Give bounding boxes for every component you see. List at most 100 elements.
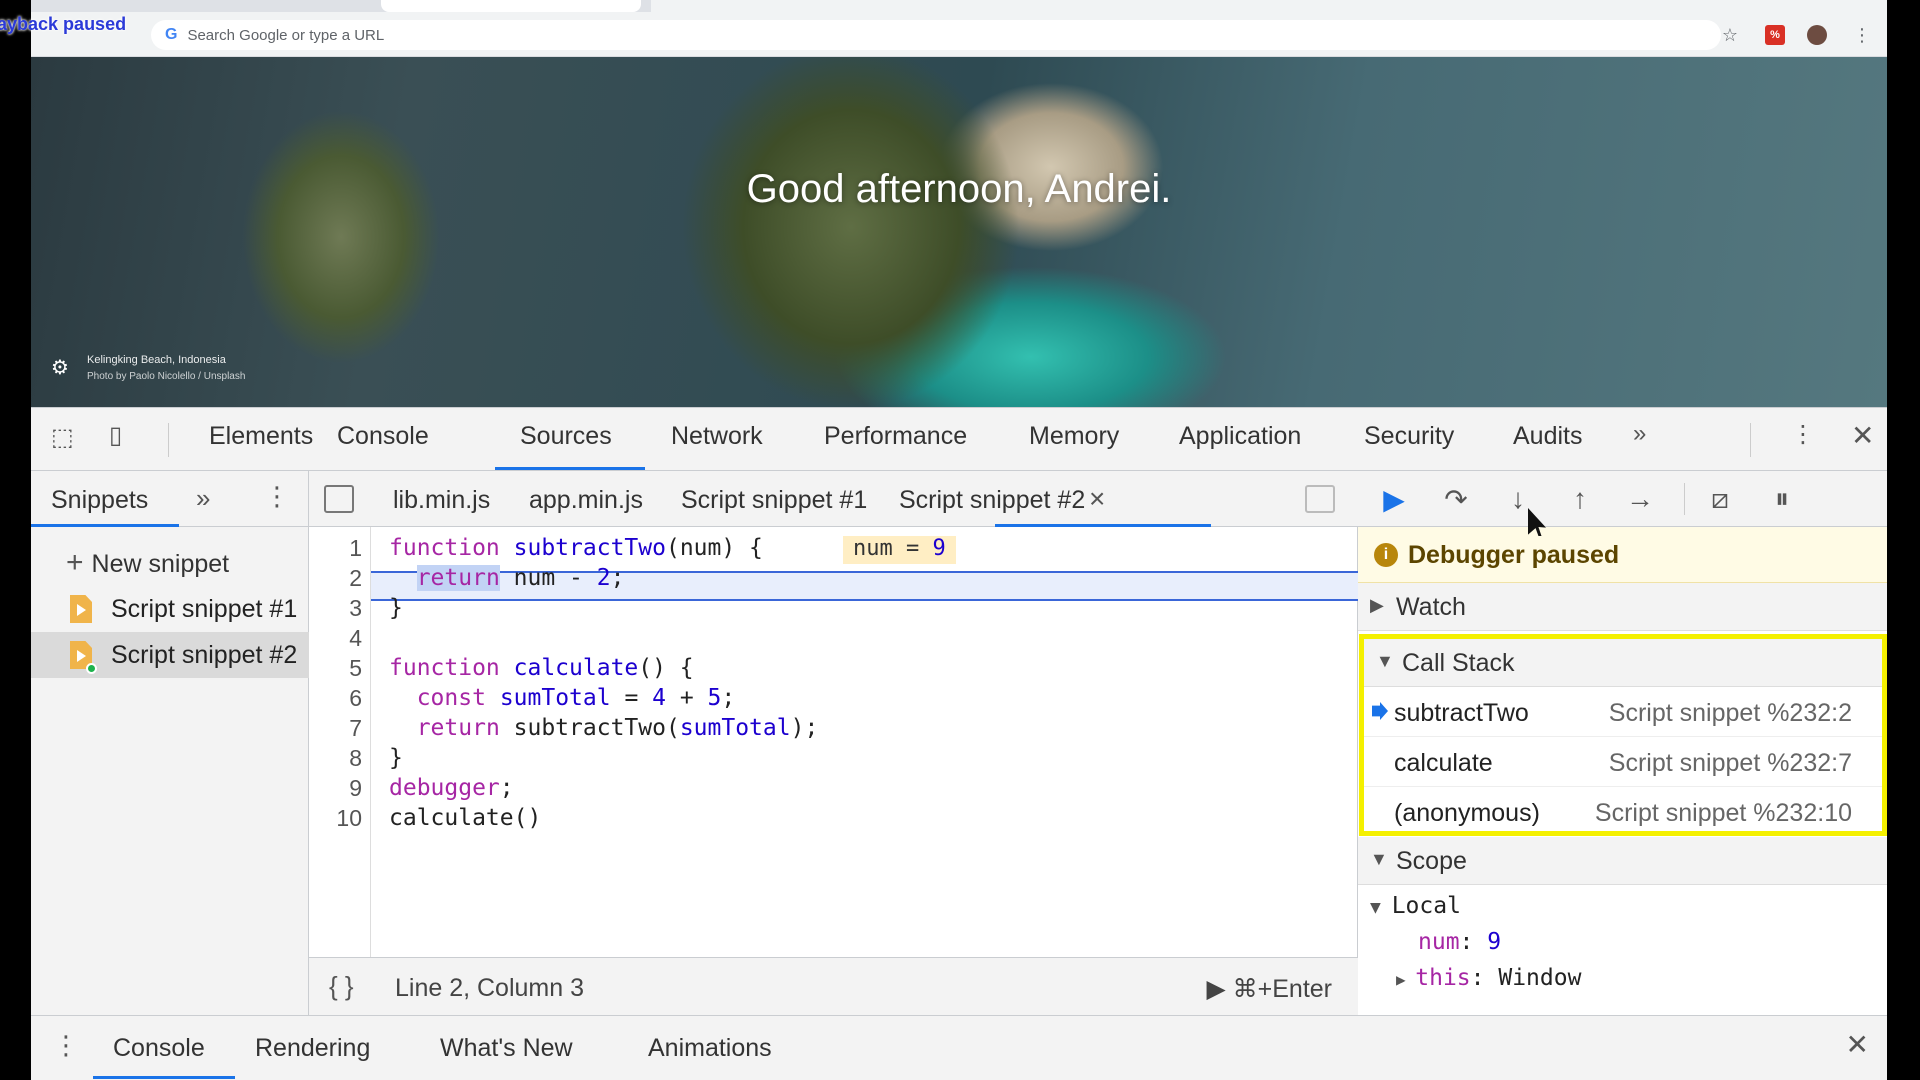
editor-tab-snippet-1[interactable]: Script snippet #1 <box>681 486 867 515</box>
code-area[interactable]: 1 2 3 4 5 6 7 8 9 10 function subtractTw… <box>309 527 1358 957</box>
scope-var-this[interactable]: ▶ this: Window <box>1396 965 1581 991</box>
call-frame-location[interactable]: Script snippet %232:7 <box>1609 749 1852 778</box>
line-number[interactable]: 8 <box>349 745 362 772</box>
drawer-tab-console[interactable]: Console <box>113 1034 205 1063</box>
line-number[interactable]: 4 <box>349 625 362 652</box>
tab-sources[interactable]: Sources <box>520 422 612 451</box>
new-snippet-label: New snippet <box>91 550 230 578</box>
browser-menu-icon[interactable]: ⋮ <box>1851 24 1873 46</box>
running-dot-icon <box>86 663 97 674</box>
devtools-menu-icon[interactable]: ⋮ <box>1791 420 1815 449</box>
call-stack-highlight: ▼ Call Stack subtractTwo Script snippet … <box>1359 634 1887 836</box>
run-snippet-button[interactable]: ▶ ⌘+Enter <box>1206 974 1332 1004</box>
inspect-element-icon[interactable]: ⬚ <box>51 423 74 452</box>
star-icon[interactable]: ☆ <box>1719 24 1741 46</box>
pause-on-exceptions-icon[interactable]: ⏸ <box>1764 481 1800 517</box>
toggle-navigator-icon[interactable] <box>324 485 354 513</box>
omnibox-placeholder: Search Google or type a URL <box>187 26 385 44</box>
line-number[interactable]: 9 <box>349 775 362 802</box>
call-frame[interactable]: subtractTwo Script snippet %232:2 <box>1364 687 1882 737</box>
pretty-print-icon[interactable]: { } <box>329 971 354 1002</box>
play-icon: ▶ <box>1206 975 1233 1003</box>
tab-elements[interactable]: Elements <box>209 422 313 451</box>
call-frame-location[interactable]: Script snippet %232:2 <box>1609 699 1852 728</box>
tab-application[interactable]: Application <box>1179 422 1301 451</box>
watch-label: Watch <box>1396 593 1466 621</box>
drawer-tab-rendering[interactable]: Rendering <box>255 1034 370 1063</box>
close-tab-icon[interactable]: × <box>1089 483 1105 515</box>
snippet-item-label: Script snippet #1 <box>111 595 298 623</box>
close-devtools-icon[interactable]: ✕ <box>1851 419 1874 452</box>
line-number[interactable]: 2 <box>349 565 362 592</box>
cursor-position: Line 2, Column 3 <box>395 974 585 1002</box>
collapse-triangle-icon: ▼ <box>1370 849 1388 869</box>
scope-local-header[interactable]: ▼ Local <box>1370 893 1461 919</box>
browser-toolbar: G Search Google or type a URL ☆ % ⋮ <box>31 0 1887 57</box>
more-tabs-icon[interactable]: » <box>196 483 210 514</box>
scope-var-num[interactable]: num: 9 <box>1418 929 1501 955</box>
step-out-icon[interactable]: ↑ <box>1562 481 1598 517</box>
call-frame[interactable]: calculate Script snippet %232:7 <box>1364 737 1882 787</box>
omnibox[interactable]: G Search Google or type a URL <box>151 20 1721 50</box>
snippet-item[interactable]: Script snippet #1 <box>31 586 309 632</box>
deactivate-breakpoints-icon[interactable]: ⧄ <box>1702 481 1738 517</box>
device-toolbar-icon[interactable]: ▯ <box>109 421 122 450</box>
google-icon: G <box>165 26 178 43</box>
resume-icon[interactable]: ▶ <box>1376 481 1412 517</box>
inline-value-eq: = <box>892 536 933 561</box>
line-number[interactable]: 3 <box>349 595 362 622</box>
line-number[interactable]: 7 <box>349 715 362 742</box>
step-icon[interactable]: → <box>1622 481 1658 517</box>
call-frame[interactable]: (anonymous) Script snippet %232:10 <box>1364 787 1882 837</box>
collapse-triangle-icon: ▼ <box>1370 897 1392 918</box>
scope-var-value: Window <box>1498 965 1582 991</box>
snippet-item-label: Script snippet #2 <box>111 641 298 669</box>
tab-snippets[interactable]: Snippets <box>51 486 148 515</box>
call-frame-function: calculate <box>1394 749 1493 777</box>
call-frame-function: subtractTwo <box>1394 699 1529 727</box>
code-line-10: calculate() <box>389 805 542 831</box>
drawer-menu-icon[interactable]: ⋮ <box>53 1030 79 1061</box>
line-gutter[interactable]: 1 2 3 4 5 6 7 8 9 10 <box>309 527 371 957</box>
tab-network[interactable]: Network <box>671 422 763 451</box>
inline-value-name: num <box>853 536 893 561</box>
step-over-icon[interactable]: ↷ <box>1438 481 1474 517</box>
editor-tab-app[interactable]: app.min.js <box>529 486 643 515</box>
active-tab-indicator <box>31 524 179 527</box>
call-stack-section-header[interactable]: ▼ Call Stack <box>1364 639 1882 687</box>
gear-icon[interactable]: ⚙ <box>51 355 69 380</box>
divider <box>1750 423 1751 457</box>
browser-tab-2[interactable] <box>651 0 1887 12</box>
tab-performance[interactable]: Performance <box>824 422 967 451</box>
new-tab-page: Good afternoon, Andrei. ⚙ Kelingking Bea… <box>31 57 1887 407</box>
line-number[interactable]: 1 <box>349 535 362 562</box>
code-line-2: return num - 2; <box>416 565 625 591</box>
playback-paused-label: Playback paused <box>0 14 127 34</box>
tab-security[interactable]: Security <box>1364 422 1454 451</box>
tab-console[interactable]: Console <box>337 422 429 451</box>
watch-section-header[interactable]: ▶ Watch <box>1358 583 1887 631</box>
close-drawer-icon[interactable]: ✕ <box>1846 1028 1869 1061</box>
debugger-paused-banner: i Debugger paused <box>1358 527 1887 583</box>
editor-tab-lib[interactable]: lib.min.js <box>393 486 490 515</box>
drawer-tab-whats-new[interactable]: What's New <box>440 1034 573 1063</box>
collapse-triangle-icon: ▼ <box>1376 651 1394 671</box>
more-tabs-icon[interactable]: » <box>1633 420 1646 448</box>
line-number[interactable]: 10 <box>336 805 362 832</box>
toggle-debugger-icon[interactable] <box>1305 485 1335 513</box>
extension-icon[interactable]: % <box>1765 25 1785 45</box>
tab-memory[interactable]: Memory <box>1029 422 1119 451</box>
browser-tab[interactable] <box>381 0 641 12</box>
navigator-menu-icon[interactable]: ⋮ <box>264 481 290 512</box>
line-number[interactable]: 5 <box>349 655 362 682</box>
snippet-item-selected[interactable]: Script snippet #2 <box>31 632 309 678</box>
avatar[interactable] <box>1807 25 1827 45</box>
call-frame-location[interactable]: Script snippet %232:10 <box>1595 799 1852 828</box>
scope-section-header[interactable]: ▼ Scope <box>1358 837 1887 885</box>
new-snippet-button[interactable]: + New snippet <box>66 546 229 580</box>
tab-audits[interactable]: Audits <box>1513 422 1582 451</box>
editor-tab-snippet-2[interactable]: Script snippet #2 <box>899 486 1085 515</box>
line-number[interactable]: 6 <box>349 685 362 712</box>
run-shortcut: ⌘+Enter <box>1232 975 1332 1003</box>
drawer-tab-animations[interactable]: Animations <box>648 1034 772 1063</box>
